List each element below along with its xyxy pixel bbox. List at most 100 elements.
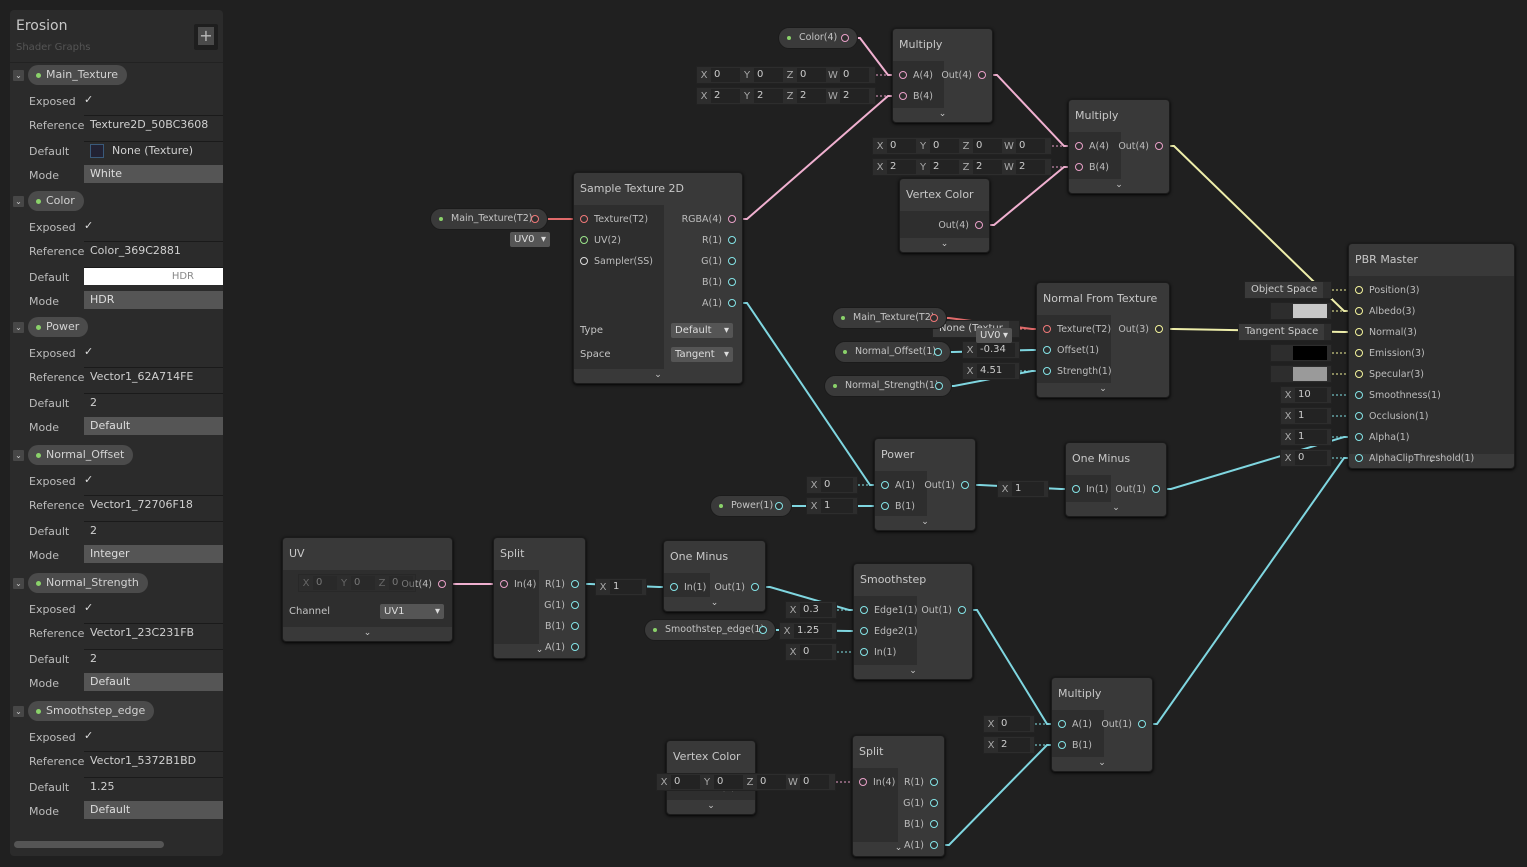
- input-port-float[interactable]: [1043, 367, 1051, 375]
- value-field[interactable]: 2: [840, 89, 869, 103]
- collapse-chevron-icon[interactable]: ⌄: [664, 597, 765, 611]
- input-port-vec3[interactable]: [1355, 349, 1363, 357]
- collapse-chevron-icon[interactable]: ⌄: [900, 238, 989, 252]
- property-pill[interactable]: Smoothstep_edge: [28, 701, 155, 721]
- input-port-vec4[interactable]: [859, 778, 867, 786]
- collapse-toggle[interactable]: ⌄: [13, 322, 24, 333]
- default-color-field[interactable]: HDR: [84, 267, 223, 285]
- mode-dropdown[interactable]: White: [84, 165, 223, 183]
- control-dropdown[interactable]: Default: [671, 323, 733, 338]
- output-port-float[interactable]: [728, 257, 736, 265]
- connection-wire[interactable]: [983, 74, 1078, 147]
- output-port-texture[interactable]: [531, 215, 539, 223]
- property-pill[interactable]: Normal_Strength: [28, 573, 148, 593]
- value-field[interactable]: -0.34: [977, 343, 1015, 357]
- collapse-chevron-icon[interactable]: ⌄: [1037, 383, 1169, 397]
- input-port-float[interactable]: [1072, 485, 1080, 493]
- value-field[interactable]: 2: [754, 89, 783, 103]
- output-port-float[interactable]: [728, 299, 736, 307]
- output-port-vec4[interactable]: [975, 221, 983, 229]
- mode-dropdown[interactable]: Default: [84, 673, 223, 691]
- default-field[interactable]: 2: [84, 649, 223, 667]
- collapse-toggle[interactable]: ⌄: [13, 70, 24, 81]
- node-smoothstep[interactable]: Smoothstep ⌄ Edge1(1) Edge2(1) In(1) Out(1): [853, 563, 973, 680]
- collapse-chevron-icon[interactable]: ⌄: [893, 108, 992, 122]
- inline-input[interactable]: X0Y0Z0W0: [696, 66, 876, 84]
- input-port-float[interactable]: [860, 648, 868, 656]
- default-field[interactable]: 2: [84, 521, 223, 539]
- uv-dropdown[interactable]: UV0: [976, 328, 1012, 343]
- space-dropdown[interactable]: Tangent Space: [1239, 324, 1325, 340]
- node-pbr-master[interactable]: PBR Master ⌄ Position(3) Albedo(3) Normal(3)…: [1348, 243, 1515, 469]
- default-field[interactable]: 2: [84, 393, 223, 411]
- property-node[interactable]: Power(1): [710, 495, 792, 517]
- value-field[interactable]: 0: [711, 68, 740, 82]
- input-port-vec4[interactable]: [899, 71, 907, 79]
- output-port-vec4[interactable]: [978, 71, 986, 79]
- input-port-float[interactable]: [1355, 433, 1363, 441]
- exposed-checkbox[interactable]: ✓: [84, 473, 93, 486]
- value-field[interactable]: 1: [1295, 409, 1327, 423]
- exposed-checkbox[interactable]: ✓: [84, 601, 93, 614]
- output-port-float[interactable]: [930, 799, 938, 807]
- uv-dropdown[interactable]: UV0: [510, 232, 550, 247]
- output-port-float[interactable]: [571, 643, 579, 651]
- value-field[interactable]: 2: [1016, 160, 1045, 174]
- output-port-float[interactable]: [728, 236, 736, 244]
- output-port-float[interactable]: [930, 820, 938, 828]
- value-field[interactable]: 0: [840, 68, 869, 82]
- property-pill[interactable]: Color: [28, 191, 84, 211]
- value-field[interactable]: 0: [887, 139, 916, 153]
- value-field[interactable]: 10: [1295, 388, 1327, 402]
- mode-dropdown[interactable]: HDR: [84, 291, 223, 309]
- value-field[interactable]: 0: [757, 775, 786, 789]
- exposed-checkbox[interactable]: ✓: [84, 219, 93, 232]
- inline-input[interactable]: Object Space: [1244, 281, 1332, 299]
- inline-input[interactable]: X -0.34: [962, 341, 1020, 359]
- value-field[interactable]: 0: [797, 68, 826, 82]
- input-port-texture[interactable]: [1043, 325, 1051, 333]
- exposed-checkbox[interactable]: ✓: [84, 93, 93, 106]
- output-port-float[interactable]: [930, 778, 938, 786]
- inline-input[interactable]: X1: [1280, 407, 1332, 425]
- inline-input[interactable]: X 0.3: [785, 601, 837, 619]
- input-port-float[interactable]: [881, 481, 889, 489]
- input-port-float[interactable]: [670, 583, 678, 591]
- input-port-vec2[interactable]: [580, 236, 588, 244]
- node-split[interactable]: Split ⌄ In(4) R(1) G(1) B(1) A(1): [852, 735, 945, 857]
- input-port-vec3[interactable]: [1355, 286, 1363, 294]
- value-field[interactable]: 2: [887, 160, 916, 174]
- value-field[interactable]: 2: [998, 738, 1030, 752]
- collapse-toggle[interactable]: ⌄: [13, 578, 24, 589]
- output-port-float[interactable]: [961, 481, 969, 489]
- inline-input[interactable]: [1270, 344, 1332, 362]
- value-field[interactable]: 0.3: [800, 603, 832, 617]
- collapse-toggle[interactable]: ⌄: [13, 706, 24, 717]
- input-port-float[interactable]: [1058, 720, 1066, 728]
- node-sample-texture-2d[interactable]: Sample Texture 2D ⌄ Texture(T2) UV(2) Sample…: [573, 172, 743, 384]
- inline-input[interactable]: X0Y0Z0W0: [872, 137, 1052, 155]
- value-field[interactable]: 0: [800, 645, 832, 659]
- output-port-texture[interactable]: [930, 314, 938, 322]
- exposed-checkbox[interactable]: ✓: [84, 729, 93, 742]
- reference-field[interactable]: Texture2D_50BC3608: [84, 115, 223, 133]
- value-field[interactable]: 4.51: [977, 364, 1015, 378]
- node-split[interactable]: Split ⌄ In(4) R(1) G(1) B(1) A(1): [493, 537, 586, 659]
- value-field[interactable]: 2: [973, 160, 1002, 174]
- inline-input[interactable]: X0: [1280, 449, 1332, 467]
- node-multiply[interactable]: Multiply ⌄ A(4) B(4) Out(4): [892, 28, 993, 123]
- value-field[interactable]: 0: [930, 139, 959, 153]
- value-field[interactable]: 0: [1295, 451, 1327, 465]
- control-dropdown[interactable]: UV1: [380, 604, 444, 619]
- inline-input[interactable]: X1: [1280, 428, 1332, 446]
- collapse-toggle[interactable]: ⌄: [13, 450, 24, 461]
- default-field[interactable]: 1.25: [84, 777, 223, 795]
- output-port-float[interactable]: [571, 622, 579, 630]
- property-pill[interactable]: Main_Texture: [28, 65, 128, 85]
- color-swatch[interactable]: [1293, 367, 1327, 381]
- input-port-vec4[interactable]: [1075, 142, 1083, 150]
- inline-input[interactable]: X2: [983, 736, 1035, 754]
- inline-input[interactable]: X1: [806, 497, 858, 515]
- node-power[interactable]: Power ⌄ A(1) B(1) Out(1): [874, 438, 976, 531]
- value-field[interactable]: 1: [1012, 482, 1044, 496]
